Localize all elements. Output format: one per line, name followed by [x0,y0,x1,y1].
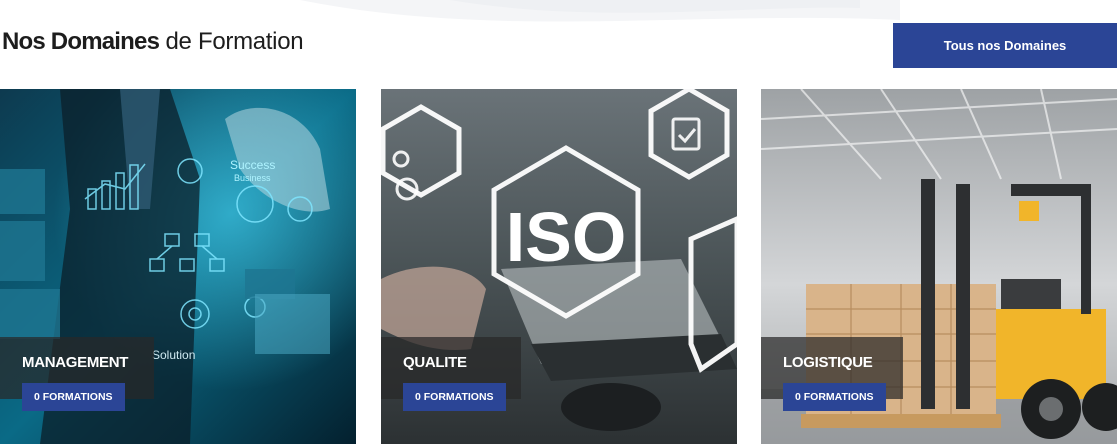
card-title-qualite: QUALITE [403,354,467,371]
card-title-management: MANAGEMENT [22,354,129,371]
solution-text: Solution [152,348,195,362]
domain-card-logistique[interactable]: LOGISTIQUE 0 FORMATIONS [761,89,1117,444]
section-heading: Nos Domaines de Formation [2,28,304,56]
all-domains-button[interactable]: Tous nos Domaines [893,23,1117,68]
business-text: Business [234,173,271,183]
domains-section: Nos Domaines de Formation Tous nos Domai… [0,0,1118,444]
iso-text: ISO [506,198,627,276]
success-text: Success [230,158,275,172]
heading-light: de Formation [165,28,304,55]
heading-bold: Nos Domaines [2,28,160,55]
formations-count-badge[interactable]: 0 FORMATIONS [403,383,506,411]
domain-card-management[interactable]: Success Business Solution MANAGEMENT 0 F… [0,89,356,444]
formations-count-badge[interactable]: 0 FORMATIONS [783,383,886,411]
domain-card-qualite[interactable]: ISO QUALITE 0 FORMATIONS [381,89,737,444]
card-title-logistique: LOGISTIQUE [783,354,873,371]
formations-count-badge[interactable]: 0 FORMATIONS [22,383,125,411]
